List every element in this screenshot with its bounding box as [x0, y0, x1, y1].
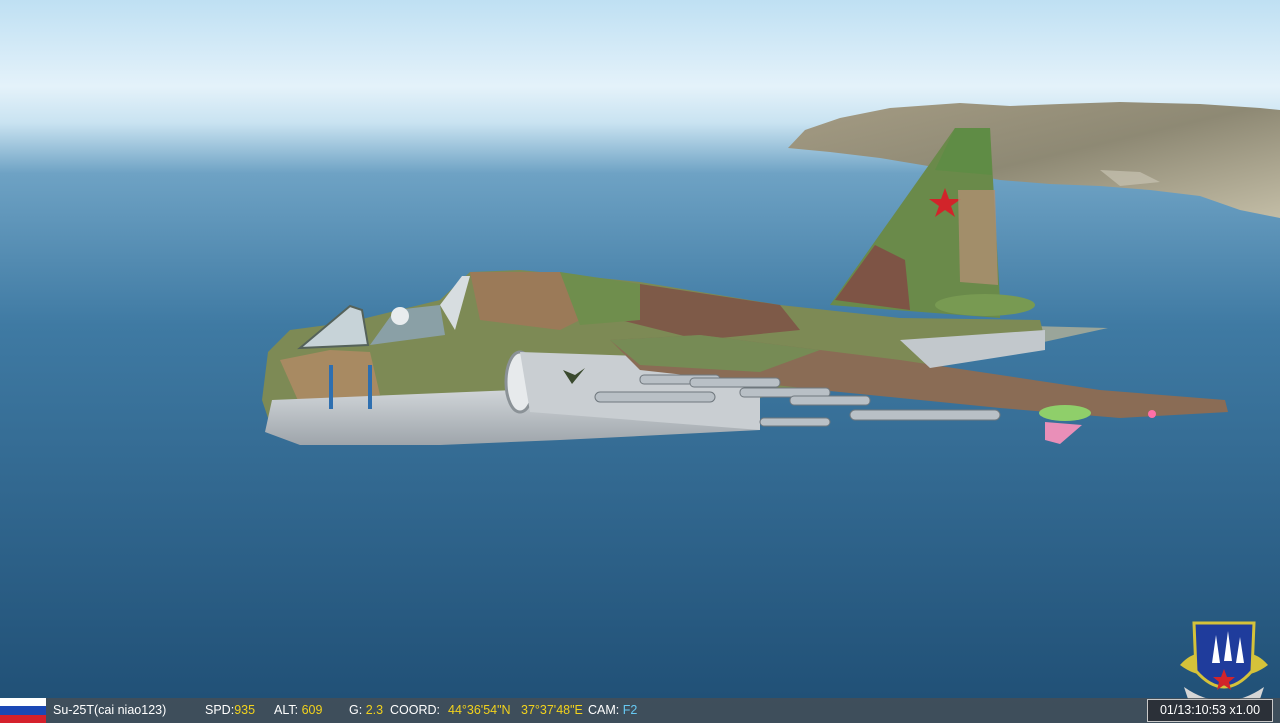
latitude-value: 44°36'54"N	[448, 703, 511, 717]
speed-value: 935	[234, 703, 256, 717]
g-value: 2.3	[365, 703, 384, 717]
altitude-value: 609	[301, 703, 323, 717]
g-label: G:	[349, 703, 363, 717]
coord-label: COORD:	[390, 703, 440, 717]
speed-label: SPD:	[205, 703, 235, 717]
nav-light	[1148, 410, 1156, 418]
game-viewport	[0, 0, 1280, 723]
altitude-readout: ALT: 609	[274, 698, 322, 723]
camera-value: F2	[622, 703, 638, 717]
mission-time: 01/13:10:53 x1.00	[1147, 699, 1273, 722]
longitude-value: 37°37'48"E	[521, 703, 583, 717]
altitude-label: ALT:	[274, 703, 299, 717]
aircraft-callsign: Su-25T(cai niao123)	[53, 703, 167, 717]
pilot-helmet	[391, 307, 409, 325]
g-readout: G: 2.3	[349, 698, 383, 723]
flag-stripe-blue	[0, 706, 46, 715]
flag-stripe-red	[0, 714, 46, 723]
wingtip-pod	[1039, 405, 1091, 421]
status-bar: Su-25T(cai niao123) SPD:935 ALT: 609 G: …	[0, 698, 1280, 723]
side-number-stripe	[329, 365, 333, 409]
camera-label: CAM:	[588, 703, 620, 717]
camera-readout: CAM: F2	[588, 698, 637, 723]
flag-stripe-white	[0, 698, 46, 707]
speed-readout: SPD:935	[205, 698, 255, 723]
russia-flag-icon	[0, 698, 46, 723]
